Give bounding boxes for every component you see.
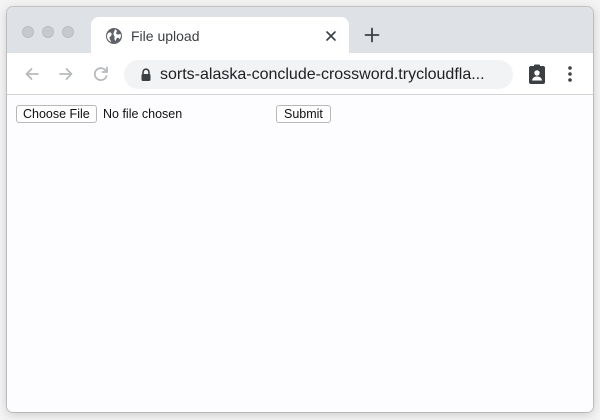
- tab-strip: File upload: [7, 7, 593, 55]
- plus-icon[interactable]: [363, 26, 381, 44]
- reload-icon[interactable]: [91, 64, 111, 84]
- url-text: sorts-alaska-conclude-crossword.trycloud…: [160, 66, 485, 83]
- profile-icon[interactable]: [526, 63, 548, 85]
- window-minimize-dot[interactable]: [42, 26, 54, 38]
- window-zoom-dot[interactable]: [62, 26, 74, 38]
- active-tab[interactable]: File upload: [91, 17, 349, 55]
- forward-arrow-icon[interactable]: [56, 64, 76, 84]
- browser-toolbar: sorts-alaska-conclude-crossword.trycloud…: [7, 54, 593, 95]
- lock-icon: [140, 68, 152, 82]
- tab-title: File upload: [131, 28, 200, 44]
- close-icon[interactable]: [323, 28, 339, 44]
- choose-file-button[interactable]: Choose File: [16, 105, 97, 123]
- back-arrow-icon[interactable]: [22, 64, 42, 84]
- page-content: Choose File No file chosen Submit: [7, 95, 593, 412]
- submit-button[interactable]: Submit: [276, 105, 331, 123]
- window-close-dot[interactable]: [22, 26, 34, 38]
- globe-icon: [105, 27, 123, 45]
- address-bar[interactable]: sorts-alaska-conclude-crossword.trycloud…: [124, 60, 513, 89]
- kebab-menu-icon[interactable]: [562, 64, 578, 84]
- file-status-text: No file chosen: [103, 107, 183, 121]
- browser-window: File upload sorts-alaska-conclude-crossw…: [7, 7, 593, 412]
